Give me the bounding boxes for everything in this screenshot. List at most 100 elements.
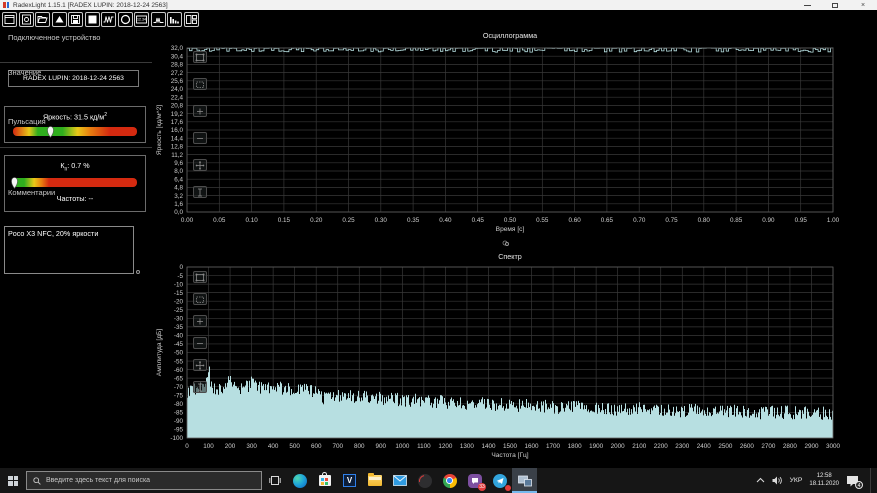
comments-resize-grip[interactable] — [136, 270, 140, 274]
cursor-button[interactable] — [193, 186, 207, 198]
blue-messenger-badge — [505, 485, 511, 491]
action-center-button[interactable]: 4 — [846, 474, 863, 489]
pan-button[interactable] — [193, 359, 207, 371]
svg-text:1600: 1600 — [525, 443, 540, 450]
svg-text:28,8: 28,8 — [171, 62, 184, 69]
svg-text:-10: -10 — [174, 281, 184, 288]
svg-text:20,8: 20,8 — [171, 103, 184, 110]
svg-text:2000: 2000 — [611, 443, 626, 450]
mail-taskbar-icon[interactable] — [387, 468, 412, 493]
blue-messenger-taskbar-icon[interactable] — [487, 468, 512, 493]
svg-text:700: 700 — [332, 443, 343, 450]
tray-expand-icon[interactable] — [756, 477, 765, 484]
language-indicator[interactable]: УКР — [790, 477, 803, 484]
clock[interactable]: 12:58 18.11.2020 — [809, 473, 839, 489]
edge-taskbar-icon[interactable] — [287, 468, 312, 493]
preview-button[interactable] — [18, 12, 34, 27]
svg-text:200: 200 — [225, 443, 236, 450]
stop-icon — [88, 15, 96, 24]
store-taskbar-icon[interactable] — [312, 468, 337, 493]
svg-text:8,0: 8,0 — [174, 168, 183, 175]
svg-text:1.00: 1.00 — [827, 217, 840, 224]
zoom-extents-icon — [195, 273, 205, 281]
show-desktop-divider[interactable] — [870, 468, 871, 493]
radexlight-taskbar-icon[interactable] — [512, 468, 537, 493]
search-placeholder: Введите здесь текст для поиска — [46, 477, 151, 484]
zoom-rect-button[interactable] — [193, 78, 207, 90]
svg-text:0.15: 0.15 — [278, 217, 291, 224]
minimize-button[interactable] — [793, 0, 821, 10]
zoom-in-button[interactable] — [193, 315, 207, 327]
start-measure-button[interactable] — [51, 12, 67, 27]
svg-text:12.34: 12.34 — [137, 18, 146, 22]
pulsation-button[interactable] — [150, 12, 166, 27]
svg-text:-65: -65 — [174, 375, 184, 382]
record-button[interactable] — [117, 12, 133, 27]
svg-text:-95: -95 — [174, 427, 184, 434]
zoom-in-button[interactable] — [193, 105, 207, 117]
save-button[interactable] — [68, 12, 83, 27]
cursor-button[interactable] — [193, 381, 207, 393]
spectrum-chart[interactable]: 0 -5-10 -15-20 -25 -30-35 -40-45 -50-55 -60-65 -… — [152, 250, 877, 468]
window-icon — [4, 15, 15, 24]
svg-text:-55: -55 — [174, 358, 184, 365]
svg-text:-15: -15 — [174, 290, 184, 297]
chart-splitter-grip[interactable] — [505, 242, 509, 246]
svg-text:25,6: 25,6 — [171, 78, 184, 85]
spectrum-button[interactable] — [167, 12, 182, 27]
svg-text:3,2: 3,2 — [174, 193, 183, 200]
v-app-taskbar-icon[interactable]: V — [337, 468, 362, 493]
layout-icon — [185, 15, 197, 24]
taskbar-search-input[interactable]: Введите здесь текст для поиска — [26, 471, 262, 490]
svg-text:300: 300 — [246, 443, 257, 450]
store-icon — [318, 472, 331, 486]
svg-text:0.30: 0.30 — [375, 217, 388, 224]
svg-text:Спектр: Спектр — [498, 252, 522, 261]
oscillogram-button[interactable] — [101, 12, 116, 27]
svg-text:30,4: 30,4 — [171, 53, 184, 60]
zoom-out-button[interactable] — [193, 337, 207, 349]
open-folder-button[interactable] — [35, 12, 50, 27]
svg-text:600: 600 — [311, 443, 322, 450]
file-explorer-icon — [367, 473, 382, 486]
file-explorer-taskbar-icon[interactable] — [362, 468, 387, 493]
svg-text:100: 100 — [203, 443, 214, 450]
svg-text:2900: 2900 — [804, 443, 819, 450]
svg-text:2600: 2600 — [740, 443, 755, 450]
pulsation-icon — [153, 17, 163, 23]
window-button[interactable] — [2, 12, 17, 27]
chrome-taskbar-icon[interactable] — [437, 468, 462, 493]
zoom-extents-button[interactable] — [193, 51, 207, 63]
comments-textarea[interactable]: Poco X3 NFC, 20% яркости — [4, 226, 134, 274]
svg-text:0.45: 0.45 — [472, 217, 485, 224]
purple-messenger-taskbar-icon[interactable]: 33 — [462, 468, 487, 493]
svg-text:-60: -60 — [174, 367, 184, 374]
svg-text:0.90: 0.90 — [762, 217, 775, 224]
main-toolbar: 12.34 — [0, 10, 877, 29]
zoom-rect-button[interactable] — [193, 293, 207, 305]
oscillogram-chart[interactable]: 32,030,4 28,827,225,624,022,4 20,819,217,6… — [152, 28, 877, 250]
stop-button[interactable] — [84, 12, 100, 27]
pulsation-section-heading: Пульсация — [8, 117, 46, 126]
value-display-button[interactable]: 12.34 — [134, 12, 149, 27]
comments-text: Poco X3 NFC, 20% яркости — [8, 229, 99, 238]
svg-text:-5: -5 — [177, 273, 183, 280]
svg-text:6,4: 6,4 — [174, 176, 183, 183]
layout-button[interactable] — [183, 12, 199, 27]
start-button[interactable] — [0, 468, 26, 493]
svg-text:800: 800 — [354, 443, 365, 450]
zoom-extents-button[interactable] — [193, 271, 207, 283]
svg-text:0.75: 0.75 — [665, 217, 678, 224]
svg-text:0.35: 0.35 — [407, 217, 420, 224]
title-bar[interactable]: RadexLight 1.15.1 [RADEX LUPIN: 2018-12-… — [0, 0, 877, 10]
task-view-icon — [268, 476, 281, 485]
volume-icon[interactable] — [772, 476, 783, 485]
restore-button[interactable] — [821, 0, 849, 10]
svg-text:1900: 1900 — [589, 443, 604, 450]
svg-text:1800: 1800 — [568, 443, 583, 450]
zoom-out-button[interactable] — [193, 132, 207, 144]
dark-app-taskbar-icon[interactable] — [412, 468, 437, 493]
task-view-button[interactable] — [262, 468, 287, 493]
close-button[interactable]: × — [849, 0, 877, 10]
pan-button[interactable] — [193, 159, 207, 171]
